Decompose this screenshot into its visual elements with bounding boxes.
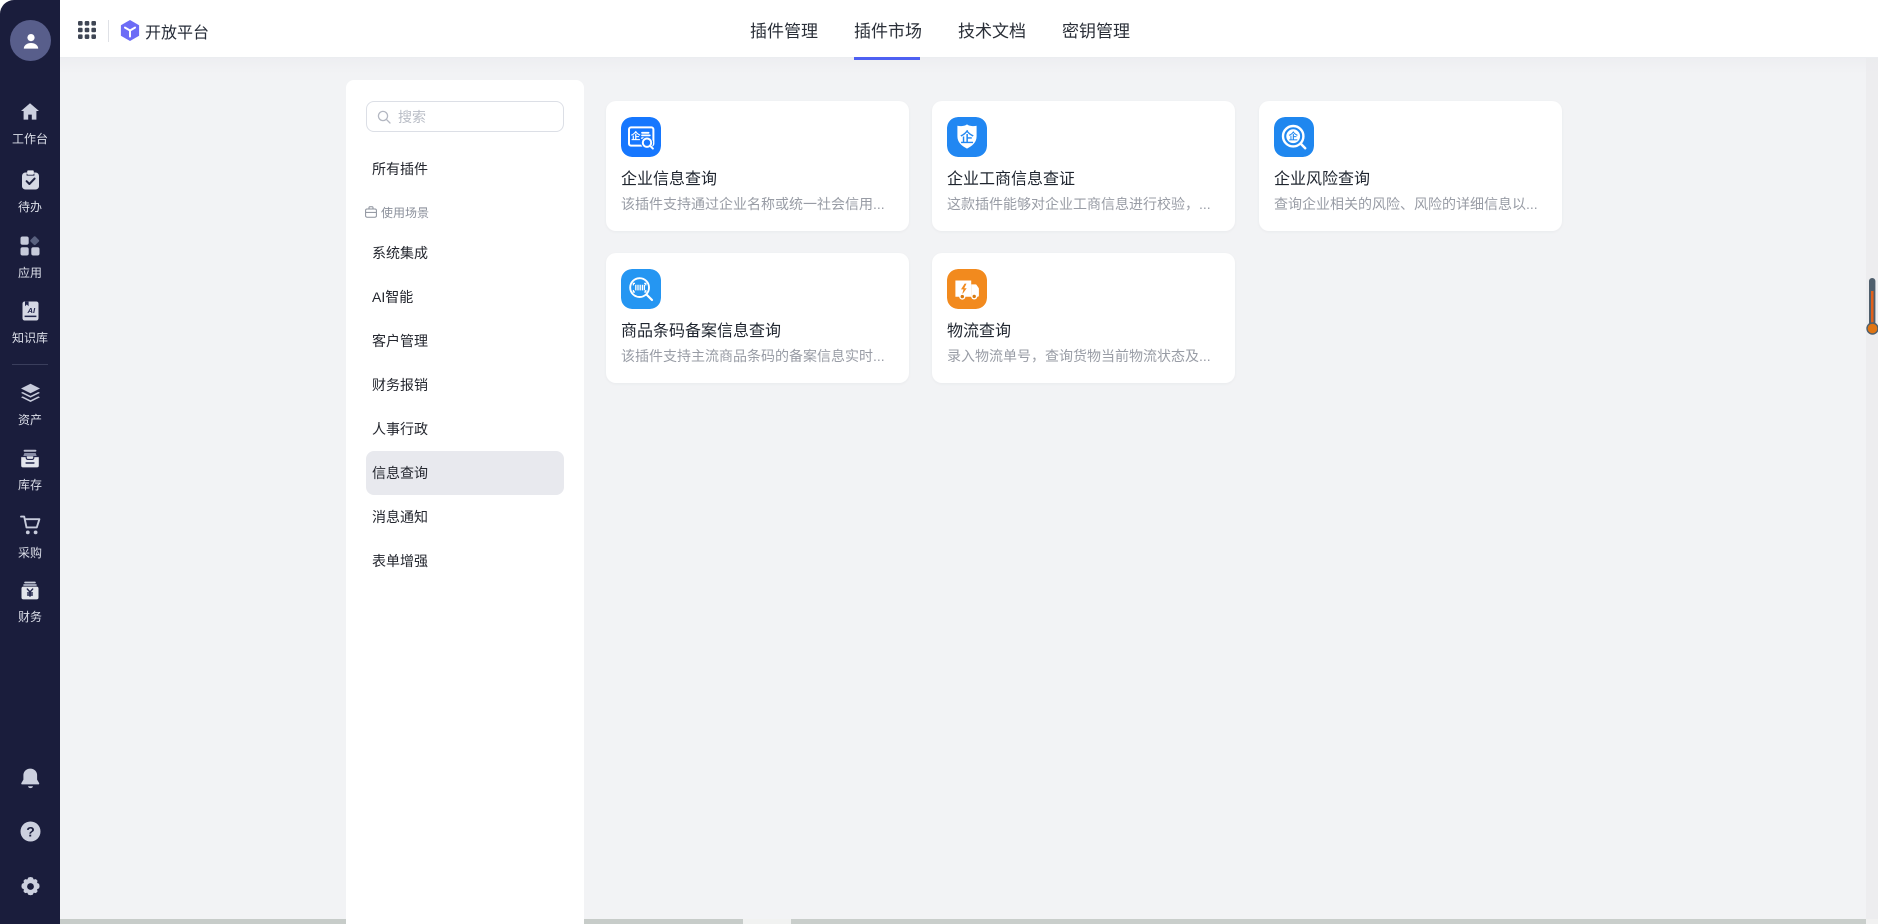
svg-text:企: 企 xyxy=(631,130,641,141)
svg-text:AI: AI xyxy=(26,306,35,315)
svg-text:企: 企 xyxy=(960,129,974,145)
svg-text:企: 企 xyxy=(1289,131,1298,142)
svg-text:?: ? xyxy=(26,823,35,839)
